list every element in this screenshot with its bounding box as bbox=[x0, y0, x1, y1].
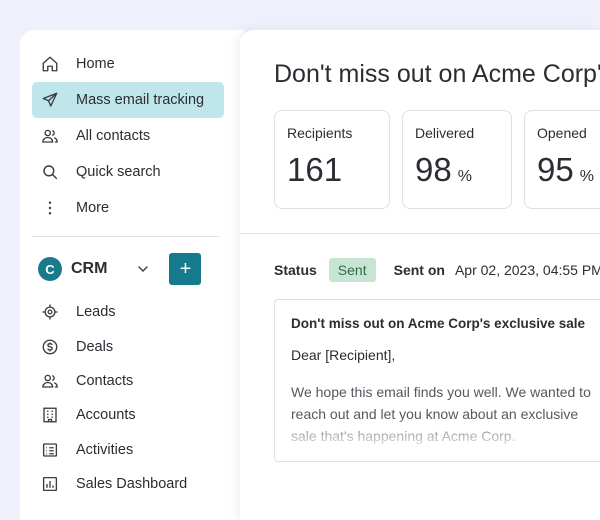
nav-label: Home bbox=[76, 56, 115, 72]
stat-number: 95 bbox=[537, 151, 574, 188]
search-icon bbox=[40, 162, 60, 182]
nav-item-all-contacts[interactable]: All contacts bbox=[32, 118, 224, 154]
target-icon bbox=[40, 302, 60, 322]
nav-label: Leads bbox=[76, 304, 116, 321]
crm-section-header: C CRM + bbox=[38, 247, 224, 291]
status-label: Status bbox=[274, 262, 317, 278]
nav-label: Accounts bbox=[76, 407, 136, 424]
nav-label: Activities bbox=[76, 441, 134, 458]
sent-on-value: Apr 02, 2023, 04:55 PM bbox=[454, 262, 600, 278]
main-panel: Don't miss out on Acme Corp's exclusive … bbox=[240, 30, 600, 520]
nav-label: Sales Dashboard bbox=[76, 476, 188, 493]
nav-item-deals[interactable]: Deals bbox=[32, 329, 224, 363]
nav-item-quick-search[interactable]: Quick search bbox=[32, 154, 224, 190]
nav-label: Mass email tracking bbox=[76, 92, 205, 108]
building-icon bbox=[40, 405, 60, 425]
nav-item-mass-email-tracking[interactable]: Mass email tracking bbox=[32, 82, 224, 118]
stat-label: Opened bbox=[537, 125, 587, 141]
chevron-down-icon[interactable] bbox=[135, 261, 151, 277]
stat-label: Recipients bbox=[287, 125, 353, 141]
nav-item-contacts[interactable]: Contacts bbox=[32, 364, 224, 398]
users-icon bbox=[40, 371, 60, 391]
more-vertical-icon bbox=[40, 198, 60, 218]
sidebar: Home Mass email tracking All contacts Qu… bbox=[20, 30, 244, 520]
add-button[interactable]: + bbox=[169, 253, 202, 285]
nav-label: More bbox=[76, 200, 110, 216]
stat-card-recipients: Recipients 161 bbox=[274, 110, 390, 209]
nav-item-activities[interactable]: Activities bbox=[32, 433, 224, 467]
stat-card-delivered: Delivered 98% bbox=[402, 110, 512, 209]
stat-value: 161 bbox=[287, 151, 377, 189]
stat-value: 95% bbox=[537, 151, 600, 189]
email-subject: Don't miss out on Acme Corp's exclusive … bbox=[291, 316, 586, 331]
stat-card-opened: Opened 95% bbox=[524, 110, 600, 209]
nav-item-more[interactable]: More bbox=[32, 190, 224, 226]
stat-number: 98 bbox=[415, 151, 452, 188]
dollar-icon bbox=[40, 337, 60, 357]
status-row: Status Sent Sent on Apr 02, 2023, 04:55 … bbox=[274, 258, 600, 282]
stat-unit: % bbox=[457, 168, 472, 185]
crm-nav-list: Leads Deals Contacts Accounts Activities bbox=[20, 295, 244, 501]
nav-label: Deals bbox=[76, 338, 114, 355]
sent-on-label: Sent on bbox=[393, 262, 445, 278]
nav-label: All contacts bbox=[76, 128, 151, 144]
email-body: We hope this email finds you well. We wa… bbox=[291, 384, 591, 444]
email-preview[interactable]: Don't miss out on Acme Corp's exclusive … bbox=[274, 299, 600, 462]
users-icon bbox=[40, 126, 60, 146]
list-icon bbox=[40, 440, 60, 460]
stat-value: 98% bbox=[415, 151, 499, 189]
nav-item-leads[interactable]: Leads bbox=[32, 295, 224, 329]
status-badge: Sent bbox=[328, 258, 376, 282]
email-greeting: Dear [Recipient], bbox=[291, 347, 396, 363]
crm-label[interactable]: CRM bbox=[71, 260, 107, 278]
nav-label: Contacts bbox=[76, 372, 134, 389]
crm-badge: C bbox=[38, 257, 62, 281]
sidebar-divider bbox=[32, 236, 220, 237]
stat-unit: % bbox=[579, 168, 594, 185]
page-title: Don't miss out on Acme Corp's exclusive … bbox=[274, 60, 600, 88]
send-icon bbox=[40, 90, 60, 110]
stat-number: 161 bbox=[287, 151, 343, 188]
home-icon bbox=[40, 54, 60, 74]
section-divider bbox=[240, 233, 600, 234]
nav-item-home[interactable]: Home bbox=[32, 46, 224, 82]
nav-label: Quick search bbox=[76, 164, 161, 180]
nav-item-sales-dashboard[interactable]: Sales Dashboard bbox=[32, 467, 224, 501]
stat-label: Delivered bbox=[415, 125, 475, 141]
nav-item-accounts[interactable]: Accounts bbox=[32, 398, 224, 432]
chart-icon bbox=[40, 474, 60, 494]
